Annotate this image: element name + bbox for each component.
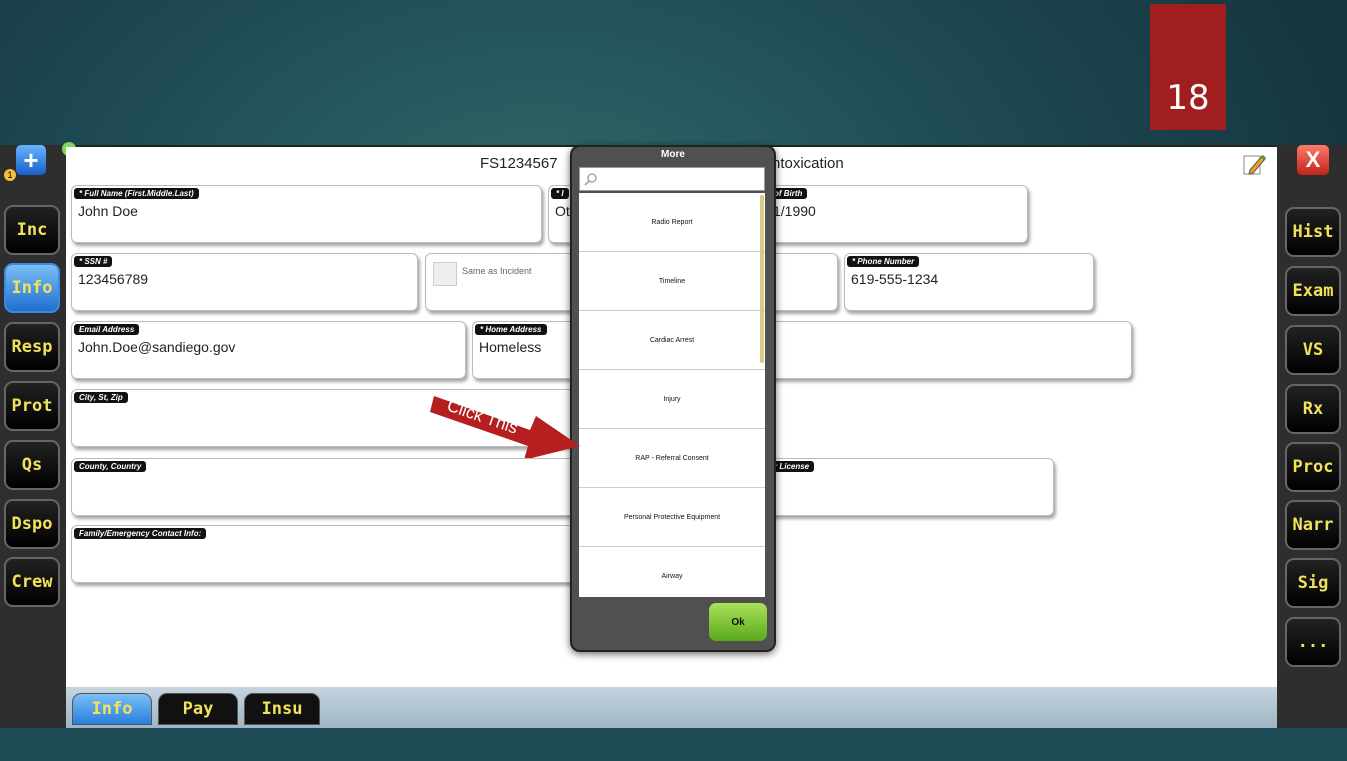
page-title-left: FS1234567 — [480, 155, 558, 172]
page-title-right: ntoxication — [772, 155, 844, 172]
field-label: * Full Name (First.Middle.Last) — [74, 188, 199, 199]
email-field[interactable]: Email Address John.Doe@sandiego.gov — [71, 321, 466, 379]
full-name-field[interactable]: * Full Name (First.Middle.Last) John Doe — [71, 185, 542, 243]
close-icon: X — [1305, 147, 1321, 172]
warning-badge: 1 — [4, 169, 16, 181]
list-item-cardiac-arrest[interactable]: Cardiac Arrest — [579, 311, 765, 370]
field-label: City, St, Zip — [74, 392, 128, 403]
bottom-tab-bar: Info Pay Insu — [66, 687, 1277, 728]
field-value: 619-555-1234 — [851, 271, 939, 287]
sidebar-item-rx[interactable]: Rx — [1285, 384, 1341, 434]
list-item-rap-referral-consent[interactable]: RAP - Referral Consent — [579, 429, 765, 488]
list-item-injury[interactable]: Injury — [579, 370, 765, 429]
field-value: 123456789 — [78, 271, 149, 287]
sidebar-item-vs[interactable]: VS — [1285, 325, 1341, 375]
add-button[interactable]: + — [16, 145, 46, 175]
sidebar-item-more[interactable]: ... — [1285, 617, 1341, 667]
sidebar-item-dspo[interactable]: Dspo — [4, 499, 60, 549]
list-item-airway[interactable]: Airway — [579, 547, 765, 597]
close-button[interactable]: X — [1297, 145, 1329, 175]
search-input[interactable] — [579, 167, 765, 191]
ssn-field[interactable]: * SSN # 123456789 — [71, 253, 418, 311]
sidebar-item-info[interactable]: Info — [4, 263, 60, 313]
left-sidebar: + 1 Inc Info Resp Prot Qs Dspo Crew — [0, 145, 66, 728]
field-value: Homeless — [479, 339, 542, 355]
right-sidebar: X Hist Exam VS Rx Proc Narr Sig ... — [1277, 145, 1347, 728]
sidebar-item-sig[interactable]: Sig — [1285, 558, 1341, 608]
sidebar-item-exam[interactable]: Exam — [1285, 266, 1341, 316]
field-value: John.Doe@sandiego.gov — [78, 339, 236, 355]
field-label: Email Address — [74, 324, 140, 335]
click-this-callout: Click This — [430, 396, 580, 458]
sidebar-item-proc[interactable]: Proc — [1285, 442, 1341, 492]
sidebar-item-resp[interactable]: Resp — [4, 322, 60, 372]
license-field[interactable]: r License — [766, 458, 1054, 516]
field-label: * I — [551, 188, 569, 199]
sidebar-item-hist[interactable]: Hist — [1285, 207, 1341, 257]
sidebar-item-crew[interactable]: Crew — [4, 557, 60, 607]
slide-bottom-band — [0, 728, 1347, 761]
field-value: John Doe — [78, 203, 138, 219]
list-item-radio-report[interactable]: Radio Report — [579, 193, 765, 252]
more-dialog: More Radio Report Timeline Cardiac Arres… — [570, 145, 776, 652]
phone-field[interactable]: * Phone Number 619-555-1234 — [844, 253, 1094, 311]
family-contact-field[interactable]: Family/Emergency Contact Info: — [71, 525, 576, 583]
slide-number: 18 — [1150, 4, 1226, 130]
field-label: County, Country — [74, 461, 147, 472]
hidden-field[interactable] — [766, 253, 838, 311]
sidebar-item-narr[interactable]: Narr — [1285, 500, 1341, 550]
county-country-field[interactable]: County, Country — [71, 458, 576, 516]
plus-icon: + — [23, 144, 39, 175]
callout-text: Click This — [445, 396, 521, 438]
field-value: Ot — [555, 203, 570, 219]
scrollbar[interactable] — [760, 195, 764, 363]
field-label: * Home Address — [475, 324, 547, 335]
field-label: * Phone Number — [847, 256, 920, 267]
field-label: Family/Emergency Contact Info: — [74, 528, 207, 539]
home-address-field[interactable]: * Home Address Homeless — [472, 321, 582, 379]
dialog-title: More — [661, 149, 685, 160]
list-item-timeline[interactable]: Timeline — [579, 252, 765, 311]
list-item-ppe[interactable]: Personal Protective Equipment — [579, 488, 765, 547]
tab-pay[interactable]: Pay — [158, 693, 238, 725]
dialog-list: Radio Report Timeline Cardiac Arrest Inj… — [579, 193, 765, 597]
tab-info[interactable]: Info — [72, 693, 152, 725]
dob-field[interactable]: of Birth 1/1990 — [766, 185, 1028, 243]
edit-icon[interactable] — [1242, 152, 1266, 176]
home-address-continued-field[interactable] — [766, 321, 1132, 379]
field-label: * SSN # — [74, 256, 113, 267]
sidebar-item-inc[interactable]: Inc — [4, 205, 60, 255]
ok-button[interactable]: Ok — [709, 603, 767, 641]
sidebar-item-qs[interactable]: Qs — [4, 440, 60, 490]
checkbox-label: Same as Incident — [462, 266, 532, 276]
same-as-incident-checkbox[interactable]: Same as Incident — [425, 253, 575, 311]
field-value: 1/1990 — [773, 203, 816, 219]
checkbox[interactable] — [433, 262, 457, 286]
sidebar-item-prot[interactable]: Prot — [4, 381, 60, 431]
tab-insu[interactable]: Insu — [244, 693, 320, 725]
search-icon — [584, 173, 597, 186]
